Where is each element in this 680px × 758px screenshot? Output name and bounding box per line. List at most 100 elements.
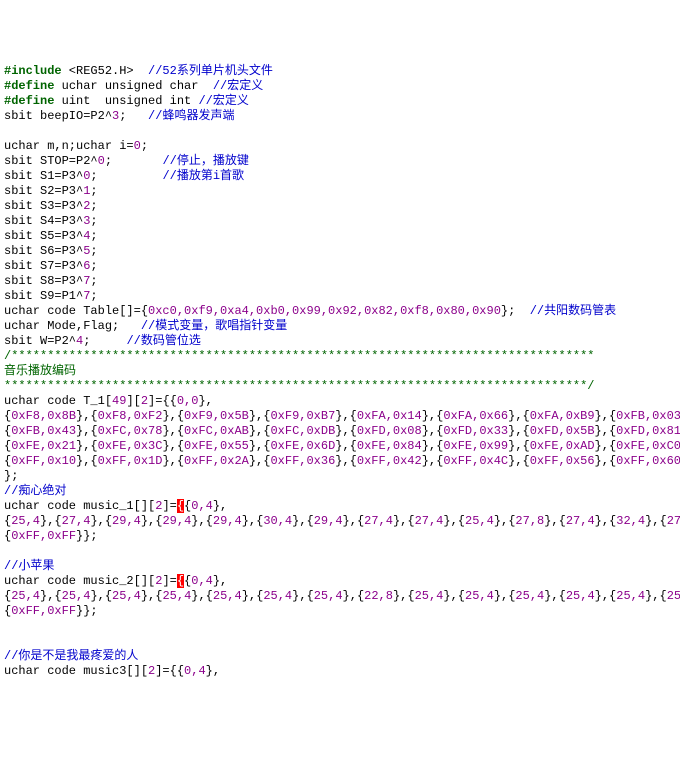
code-token: sbit beepIO=P2^ (4, 109, 112, 123)
code-token: ]={{ (155, 664, 184, 678)
code-token: //模式变量，歌唱指针变量 (141, 319, 287, 333)
code-token: 25,4 (314, 589, 343, 603)
code-token: 0xFE,0x3C (98, 439, 163, 453)
code-token: 0xc0,0xf9,0xa4,0xb0,0x99,0x92,0x82,0xf8,… (148, 304, 501, 318)
code-token: ][ (126, 394, 140, 408)
code-token: //蜂鸣器发声端 (148, 109, 234, 123)
code-token: 0xFF,0x1D (98, 454, 163, 468)
code-token: }; (4, 469, 18, 483)
code-token: },{ (335, 424, 357, 438)
code-token: { (177, 499, 184, 513)
code-token: ]={{ (148, 394, 177, 408)
code-token: 2 (141, 394, 148, 408)
code-token: //宏定义 (198, 94, 248, 108)
code-token: },{ (162, 409, 184, 423)
code-token: uchar Mode,Flag; (4, 319, 141, 333)
code-line: uchar m,n;uchar i=0; (4, 139, 676, 154)
code-token: ; (141, 139, 148, 153)
code-token: },{ (508, 454, 530, 468)
code-token: 0xFE,0x99 (443, 439, 508, 453)
code-line: sbit S1=P3^0; //播放第i首歌 (4, 169, 676, 184)
code-token: 0xFD,0x81 (616, 424, 680, 438)
code-token: 0xFA,0xB9 (530, 409, 595, 423)
code-line: uchar code music_2[][2]={{0,4}, (4, 574, 676, 589)
code-token: },{ (141, 589, 163, 603)
code-token: 25,4 (162, 589, 191, 603)
code-token: },{ (162, 424, 184, 438)
code-token: //共阳数码管表 (530, 304, 616, 318)
code-token: sbit S8=P3^ (4, 274, 83, 288)
code-line: {0xF8,0x8B},{0xF8,0xF2},{0xF9,0x5B},{0xF… (4, 409, 676, 424)
code-token: 0xFC,0xDB (270, 424, 335, 438)
code-token: },{ (422, 454, 444, 468)
code-token: 25,4 (465, 514, 494, 528)
code-token: 2 (148, 664, 155, 678)
code-token: ; (90, 184, 97, 198)
code-token: 0xFB,0x43 (11, 424, 76, 438)
code-token: },{ (422, 439, 444, 453)
code-token: 0xFF,0x36 (270, 454, 335, 468)
code-token: },{ (422, 424, 444, 438)
code-token: }, (206, 664, 220, 678)
code-token: sbit S3=P3^ (4, 199, 83, 213)
code-token: 0xFC,0xAB (184, 424, 249, 438)
code-token: 27,8 (515, 514, 544, 528)
code-token: }}; (76, 604, 98, 618)
code-token: },{ (141, 514, 163, 528)
code-token: sbit S2=P3^ (4, 184, 83, 198)
code-token: 25,4 (62, 589, 91, 603)
code-token: sbit S1=P3^ (4, 169, 83, 183)
code-line: /***************************************… (4, 349, 676, 364)
code-line: ****************************************… (4, 379, 676, 394)
code-token: },{ (162, 454, 184, 468)
code-line: sbit S3=P3^2; (4, 199, 676, 214)
code-token: },{ (494, 589, 516, 603)
code-token: uchar unsigned char (54, 79, 212, 93)
code-token: 25,4 (415, 589, 444, 603)
code-token: 0 (134, 139, 141, 153)
code-token: 0xFF,0x2A (184, 454, 249, 468)
code-token: 25,4 (11, 514, 40, 528)
code-token: 29,4 (314, 514, 343, 528)
code-token: },{ (335, 454, 357, 468)
code-token: },{ (393, 514, 415, 528)
code-token: ; (83, 334, 126, 348)
code-line: #include <REG52.H> //52系列单片机头文件 (4, 64, 676, 79)
code-line: }; (4, 469, 676, 484)
code-token: 0xF8,0x8B (11, 409, 76, 423)
code-token: sbit STOP=P2^ (4, 154, 98, 168)
code-token: 0xFF,0x42 (357, 454, 422, 468)
code-token: 25,4 (11, 589, 40, 603)
code-token: },{ (249, 409, 271, 423)
code-line: sbit S4=P3^3; (4, 214, 676, 229)
code-token: //小苹果 (4, 559, 54, 573)
code-token: 音乐播放编码 (4, 364, 76, 378)
code-line: uchar code music_1[][2]={{0,4}, (4, 499, 676, 514)
code-token: 0xFD,0x08 (357, 424, 422, 438)
code-token: },{ (645, 514, 667, 528)
code-token: },{ (76, 454, 98, 468)
code-token: 2 (155, 574, 162, 588)
code-line: sbit S8=P3^7; (4, 274, 676, 289)
code-token: //52系列单片机头文件 (148, 64, 273, 78)
code-token: 49 (112, 394, 126, 408)
code-token: ]= (162, 499, 176, 513)
code-line (4, 124, 676, 139)
code-token: 0xF8,0xF2 (98, 409, 163, 423)
code-token: 25,4 (263, 589, 292, 603)
code-line: uchar code Table[]={0xc0,0xf9,0xa4,0xb0,… (4, 304, 676, 319)
code-token: },{ (335, 439, 357, 453)
code-token: { (4, 604, 11, 618)
code-token: },{ (343, 589, 365, 603)
code-token: 0,0 (177, 394, 199, 408)
code-token: },{ (595, 589, 617, 603)
code-token: #define (4, 94, 54, 108)
code-token: 0xFF,0x60 (616, 454, 680, 468)
code-line: {0xFF,0xFF}}; (4, 604, 676, 619)
code-token: { (4, 589, 11, 603)
code-token: },{ (544, 589, 566, 603)
code-token: ; (90, 229, 97, 243)
code-token: },{ (249, 439, 271, 453)
code-token: },{ (595, 514, 617, 528)
code-token: 25,4 (465, 589, 494, 603)
